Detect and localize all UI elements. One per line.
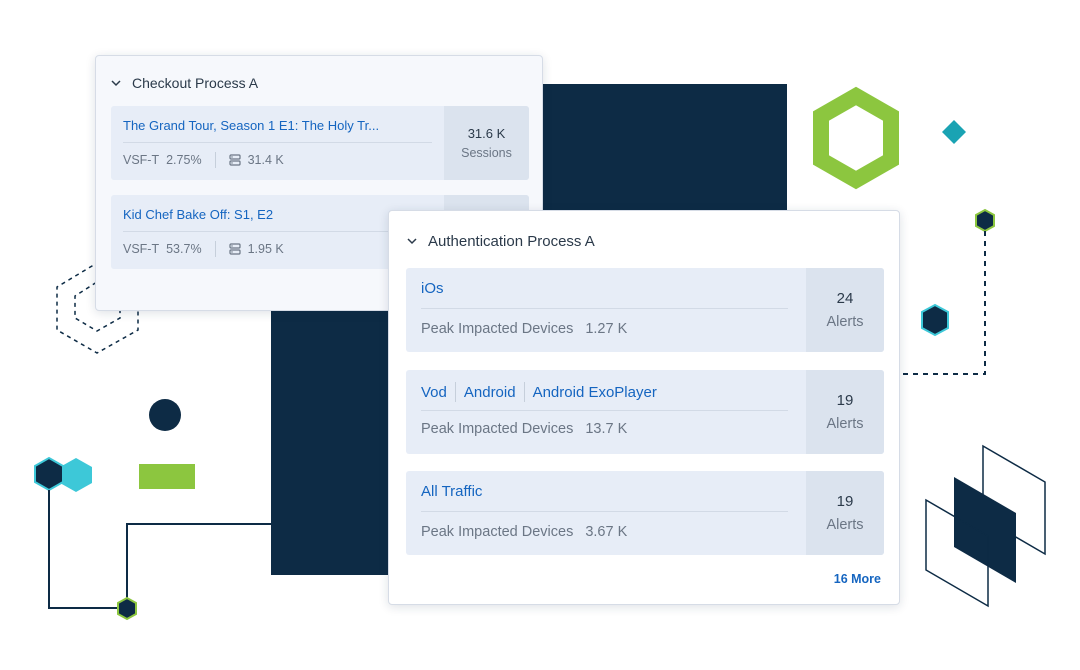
alert-meta: Peak Impacted Devices 3.67 K xyxy=(421,524,627,540)
database-icon xyxy=(228,243,241,255)
meta-label: Peak Impacted Devices xyxy=(421,421,574,437)
small-hexagon-bottom xyxy=(117,596,137,621)
session-card-main: The Grand Tour, Season 1 E1: The Holy Tr… xyxy=(111,106,444,180)
show-more-link[interactable]: 16 More xyxy=(834,572,881,586)
alerts-value: 19 xyxy=(836,493,854,510)
session-title-link[interactable]: Kid Chef Bake Off: S1, E2 xyxy=(123,207,273,222)
alerts-counter: 19 Alerts xyxy=(806,370,884,454)
alert-card[interactable]: Vod Android Android ExoPlayer Peak Impac… xyxy=(406,370,884,454)
tag-separator xyxy=(454,382,456,402)
alert-card-main: All Traffic Peak Impacted Devices 3.67 K xyxy=(406,471,806,555)
chevron-down-icon[interactable] xyxy=(110,77,122,89)
checkout-panel-header[interactable]: Checkout Process A xyxy=(110,72,258,94)
navy-circle xyxy=(149,399,181,431)
db-value: 31.4 K xyxy=(247,153,284,167)
alert-tags: All Traffic xyxy=(421,483,482,500)
alerts-counter: 24 Alerts xyxy=(806,268,884,352)
tag-link[interactable]: Android ExoPlayer xyxy=(533,384,657,401)
alerts-label: Alerts xyxy=(826,416,864,432)
alert-tags: iOs xyxy=(421,280,444,297)
database-icon xyxy=(228,154,241,166)
alert-card-main: iOs Peak Impacted Devices 1.27 K xyxy=(406,268,806,352)
teal-diamond xyxy=(942,120,966,144)
meta-value: 13.7 K xyxy=(585,421,628,437)
tag-link[interactable]: Android xyxy=(464,384,516,401)
card-divider xyxy=(421,511,788,512)
checkout-panel-title: Checkout Process A xyxy=(132,75,259,91)
card-divider xyxy=(421,308,788,309)
alert-tags: Vod Android Android ExoPlayer xyxy=(421,382,657,402)
session-title-link[interactable]: The Grand Tour, Season 1 E1: The Holy Tr… xyxy=(123,118,379,133)
alerts-value: 24 xyxy=(836,290,854,307)
small-navy-hexagon xyxy=(975,208,995,233)
card-divider xyxy=(123,142,432,143)
alert-meta: Peak Impacted Devices 13.7 K xyxy=(421,421,627,437)
alerts-counter: 19 Alerts xyxy=(806,471,884,555)
session-card[interactable]: The Grand Tour, Season 1 E1: The Holy Tr… xyxy=(111,106,529,180)
sessions-value: 31.6 K xyxy=(467,126,506,141)
meta-value: 3.67 K xyxy=(585,524,628,540)
dashed-connector-right xyxy=(900,231,986,375)
tag-link[interactable]: Vod xyxy=(421,384,447,401)
cyan-hexagon xyxy=(60,458,92,492)
metric-name: VSF-T xyxy=(123,242,160,256)
alerts-label: Alerts xyxy=(826,314,864,330)
session-meta: VSF-T 53.7% 1.95 K xyxy=(123,241,284,257)
meta-separator xyxy=(214,241,216,257)
sessions-counter: 31.6 K Sessions xyxy=(444,106,529,180)
db-value: 1.95 K xyxy=(247,242,284,256)
metric-value: 2.75% xyxy=(166,153,202,167)
navy-hexagon-right xyxy=(921,303,949,337)
meta-separator xyxy=(214,152,216,168)
tag-link[interactable]: All Traffic xyxy=(421,483,482,500)
alert-card-main: Vod Android Android ExoPlayer Peak Impac… xyxy=(406,370,806,454)
session-meta: VSF-T 2.75% 31.4 K xyxy=(123,152,284,168)
alerts-label: Alerts xyxy=(826,517,864,533)
navy-parallelogram xyxy=(954,477,1016,583)
tag-separator xyxy=(523,382,525,402)
lime-rectangle xyxy=(139,464,195,489)
authentication-process-panel: Authentication Process A iOs Peak Impact… xyxy=(388,210,900,605)
meta-label: Peak Impacted Devices xyxy=(421,321,574,337)
lime-hexagon-outline xyxy=(813,86,899,190)
metric-value: 53.7% xyxy=(166,242,202,256)
navy-hexagon-left xyxy=(34,456,64,492)
sessions-label: Sessions xyxy=(461,146,512,160)
card-divider xyxy=(123,231,432,232)
auth-panel-header[interactable]: Authentication Process A xyxy=(406,230,595,252)
circuit-line-left xyxy=(48,490,271,609)
chevron-down-icon[interactable] xyxy=(406,235,418,247)
alert-meta: Peak Impacted Devices 1.27 K xyxy=(421,321,627,337)
auth-panel-title: Authentication Process A xyxy=(428,232,595,250)
meta-value: 1.27 K xyxy=(585,321,628,337)
metric-name: VSF-T xyxy=(123,153,160,167)
meta-label: Peak Impacted Devices xyxy=(421,524,574,540)
alert-card[interactable]: All Traffic Peak Impacted Devices 3.67 K… xyxy=(406,471,884,555)
card-divider xyxy=(421,410,788,411)
alerts-value: 19 xyxy=(836,392,854,409)
tag-link[interactable]: iOs xyxy=(421,280,444,297)
alert-card[interactable]: iOs Peak Impacted Devices 1.27 K 24 Aler… xyxy=(406,268,884,352)
